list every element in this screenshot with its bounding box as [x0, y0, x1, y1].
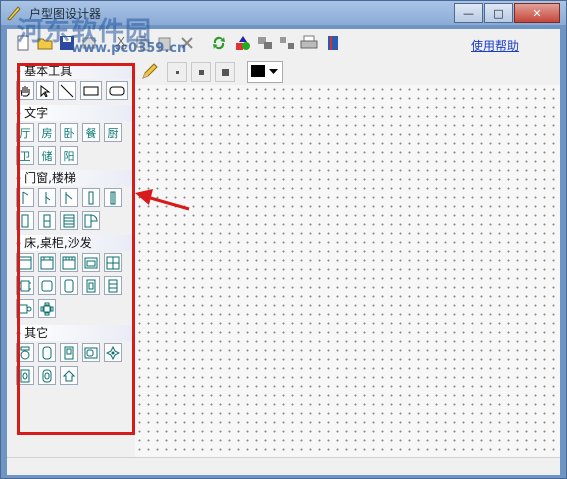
window-controls: — □ ✕	[453, 3, 560, 23]
color-picker[interactable]	[247, 61, 283, 83]
close-button[interactable]: ✕	[514, 3, 560, 23]
group-icon[interactable]	[255, 33, 275, 53]
small-dot-button[interactable]	[167, 62, 187, 82]
client-area: 使用帮助 ⩔ 基本工具 ⩔ 文字 厅 房 卧 餐 厨 卫 储 阳 ⩔ 门窗,楼梯…	[7, 29, 560, 475]
status-bar	[7, 457, 560, 475]
drawing-canvas[interactable]	[135, 85, 560, 457]
maximize-button[interactable]: □	[484, 3, 513, 23]
refresh-icon[interactable]	[209, 33, 229, 53]
chevron-down-icon	[269, 69, 278, 74]
pencil-icon[interactable]	[141, 62, 159, 83]
shapes-icon[interactable]	[233, 33, 253, 53]
book-icon[interactable]	[323, 33, 343, 53]
medium-dot-button[interactable]	[191, 62, 211, 82]
highlight-frame	[17, 63, 135, 435]
help-link[interactable]: 使用帮助	[471, 37, 519, 54]
large-dot-button[interactable]	[215, 62, 235, 82]
app-window: 户型图设计器 — □ ✕ 使用帮助 ⩔ 基本工具 ⩔ 文字 厅 房 卧 餐 厨 …	[0, 0, 567, 479]
printer-icon[interactable]	[299, 33, 319, 53]
minimize-button[interactable]: —	[454, 3, 483, 23]
ungroup-icon[interactable]	[277, 33, 297, 53]
draw-toolbar	[135, 59, 560, 83]
color-swatch	[251, 65, 265, 77]
watermark-url: www.pc0359.cn	[71, 41, 187, 56]
